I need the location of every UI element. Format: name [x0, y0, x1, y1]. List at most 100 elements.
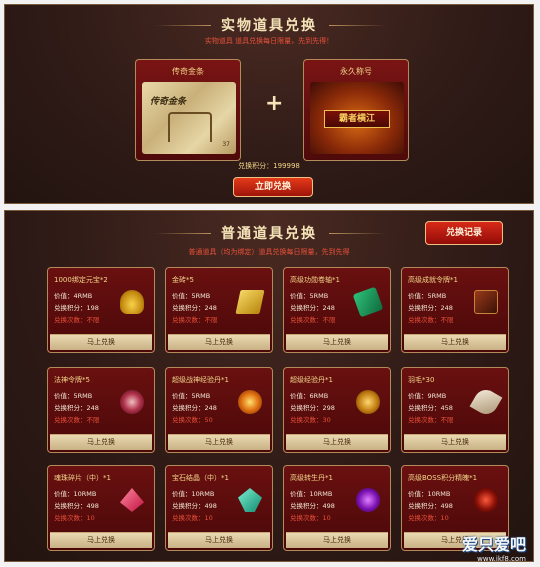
- soul-shard-icon: [120, 488, 144, 512]
- item-price: 价值：5RMB: [172, 392, 211, 400]
- item-points: 兑换积分：198: [54, 304, 99, 312]
- item-card[interactable]: 超级战神经验丹*1 价值：5RMB 兑换积分：248 兑换次数：50 马上兑换: [165, 367, 273, 453]
- item-card[interactable]: 宝石结晶（中）*1 价值：10RMB 兑换积分：498 兑换次数：10 马上兑换: [165, 465, 273, 551]
- gold-brick-icon: [235, 290, 265, 314]
- item-name: 高级功勋卷轴*1: [290, 276, 340, 284]
- item-name: 金砖*5: [172, 276, 194, 284]
- item-name: 超级经验丹*1: [290, 376, 333, 384]
- item-card[interactable]: 魂珠碎片（中）*1 价值：10RMB 兑换积分：498 兑换次数：10 马上兑换: [47, 465, 155, 551]
- item-points: 兑换积分：498: [290, 502, 335, 510]
- plus-icon: +: [265, 91, 284, 116]
- title-ornament-right: [329, 233, 385, 234]
- redeem-item-button[interactable]: 马上兑换: [286, 434, 388, 450]
- title-ornament-right: [329, 25, 385, 26]
- item-price: 价值：5RMB: [290, 292, 329, 300]
- item-card[interactable]: 法神令牌*5 价值：5RMB 兑换积分：248 兑换次数：不限马上兑换: [47, 367, 155, 453]
- prize-gold-bar[interactable]: 传奇金条 传奇金条 37: [135, 59, 241, 161]
- item-points: 兑换积分：498: [54, 502, 99, 510]
- item-limit: 兑换次数：30: [290, 416, 331, 424]
- redeem-item-button[interactable]: 马上兑换: [404, 334, 506, 350]
- item-points: 兑换积分：248: [172, 304, 217, 312]
- item-points: 兑换积分：248: [290, 304, 335, 312]
- item-limit: 兑换次数：10: [290, 514, 331, 522]
- redeem-item-button[interactable]: 马上兑换: [50, 334, 152, 350]
- item-limit: 兑换次数：不限: [54, 316, 100, 324]
- item-price: 价值：5RMB: [54, 392, 93, 400]
- redeem-item-button[interactable]: 马上兑换: [168, 434, 270, 450]
- physical-subtitle: 实物道具 道具兑换每日限量，先到先得！: [204, 37, 334, 45]
- redeem-item-button[interactable]: 马上兑换: [286, 334, 388, 350]
- redeem-item-button[interactable]: 马上兑换: [168, 532, 270, 548]
- watermark: 爱只爱吧 www.ikf8.com: [462, 531, 526, 563]
- item-limit: 兑换次数：10: [172, 514, 213, 522]
- item-name: 超级战神经验丹*1: [172, 376, 229, 384]
- redeem-item-button[interactable]: 马上兑换: [404, 434, 506, 450]
- item-limit: 兑换次数：10: [408, 514, 449, 522]
- item-price: 价值：10RMB: [290, 490, 333, 498]
- item-points: 兑换积分：498: [172, 502, 217, 510]
- exchange-record-button[interactable]: 兑换记录: [425, 221, 503, 245]
- redeem-now-button[interactable]: 立即兑换: [233, 177, 313, 197]
- item-limit: 兑换次数：不限: [172, 316, 218, 324]
- exp-orb-icon: [356, 390, 380, 414]
- rebirth-pill-icon: [356, 488, 380, 512]
- redeem-item-button[interactable]: 马上兑换: [50, 434, 152, 450]
- item-points: 兑换积分：298: [290, 404, 335, 412]
- physical-title: 实物道具兑换: [221, 18, 317, 34]
- exchange-points: 兑换积分：199998: [238, 162, 300, 170]
- watermark-brand: 爱只爱吧: [461, 535, 526, 554]
- title-badge-icon: 霸者横江: [310, 82, 404, 154]
- item-points: 兑换积分：248: [172, 404, 217, 412]
- item-name: 1000绑定元宝*2: [54, 276, 108, 284]
- item-points: 兑换积分：248: [408, 304, 453, 312]
- item-card[interactable]: 高级转生丹*1 价值：10RMB 兑换积分：498 兑换次数：10 马上兑换: [283, 465, 391, 551]
- gem-crystal-icon: [238, 488, 262, 512]
- item-card[interactable]: 高级功勋卷轴*1 价值：5RMB 兑换积分：248 兑换次数：不限马上兑换: [283, 267, 391, 353]
- scroll-icon: [352, 286, 384, 318]
- boss-essence-icon: [474, 488, 498, 512]
- item-limit: 兑换次数：10: [54, 514, 95, 522]
- item-name: 高级BOSS积分精魄*1: [408, 474, 478, 482]
- item-limit: 兑换次数：不限: [408, 316, 454, 324]
- item-name: 高级成就令牌*1: [408, 276, 458, 284]
- item-card[interactable]: 高级成就令牌*1 价值：5RMB 兑换积分：248 兑换次数：不限马上兑换: [401, 267, 509, 353]
- item-limit: 兑换次数：50: [172, 416, 213, 424]
- item-price: 价值：9RMB: [408, 392, 447, 400]
- redeem-item-button[interactable]: 马上兑换: [168, 334, 270, 350]
- physical-exchange-panel: 实物道具兑换 实物道具 道具兑换每日限量，先到先得！ 传奇金条 传奇金条 37 …: [4, 4, 534, 204]
- item-name: 高级转生丹*1: [290, 474, 333, 482]
- normal-subtitle: 普通道具（均为绑定）道具兑换每日限量，先到先得: [188, 248, 350, 256]
- item-limit: 兑换次数：不限: [290, 316, 336, 324]
- item-price: 价值：10RMB: [172, 490, 215, 498]
- item-card[interactable]: 超级经验丹*1 价值：6RMB 兑换积分：298 兑换次数：30 马上兑换: [283, 367, 391, 453]
- prize-title[interactable]: 永久称号 霸者横江: [303, 59, 409, 161]
- item-name: 魂珠碎片（中）*1: [54, 474, 111, 482]
- normal-exchange-panel: 普通道具兑换 普通道具（均为绑定）道具兑换每日限量，先到先得 兑换记录 1000…: [4, 210, 534, 562]
- item-points: 兑换积分：458: [408, 404, 453, 412]
- feather-icon: [469, 385, 503, 419]
- redeem-item-button[interactable]: 马上兑换: [50, 532, 152, 548]
- item-name: 宝石结晶（中）*1: [172, 474, 229, 482]
- redeem-item-button[interactable]: 马上兑换: [286, 532, 388, 548]
- item-card[interactable]: 1000绑定元宝*2 价值：4RMB 兑换积分：198 兑换次数：不限马上兑换: [47, 267, 155, 353]
- item-price: 价值：10RMB: [54, 490, 97, 498]
- item-limit: 兑换次数：不限: [408, 416, 454, 424]
- item-price: 价值：5RMB: [408, 292, 447, 300]
- item-points: 兑换积分：248: [54, 404, 99, 412]
- item-price: 价值：6RMB: [290, 392, 329, 400]
- mage-token-icon: [120, 390, 144, 414]
- item-price: 价值：10RMB: [408, 490, 451, 498]
- item-name: 法神令牌*5: [54, 376, 90, 384]
- gold-ingot-icon: [120, 290, 144, 314]
- token-icon: [474, 290, 498, 314]
- prize-label: 传奇金条: [172, 67, 204, 76]
- item-card[interactable]: 金砖*5 价值：5RMB 兑换积分：248 兑换次数：不限 马上兑换: [165, 267, 273, 353]
- prize-label: 永久称号: [340, 67, 372, 76]
- item-points: 兑换积分：498: [408, 502, 453, 510]
- item-limit: 兑换次数：不限: [54, 416, 100, 424]
- gold-bar-icon: 传奇金条 37: [142, 82, 236, 154]
- watermark-url: www.ikf8.com: [477, 555, 526, 563]
- item-card[interactable]: 羽毛*30 价值：9RMB 兑换积分：458 兑换次数：不限马上兑换: [401, 367, 509, 453]
- item-price: 价值：4RMB: [54, 292, 93, 300]
- item-name: 羽毛*30: [408, 376, 435, 384]
